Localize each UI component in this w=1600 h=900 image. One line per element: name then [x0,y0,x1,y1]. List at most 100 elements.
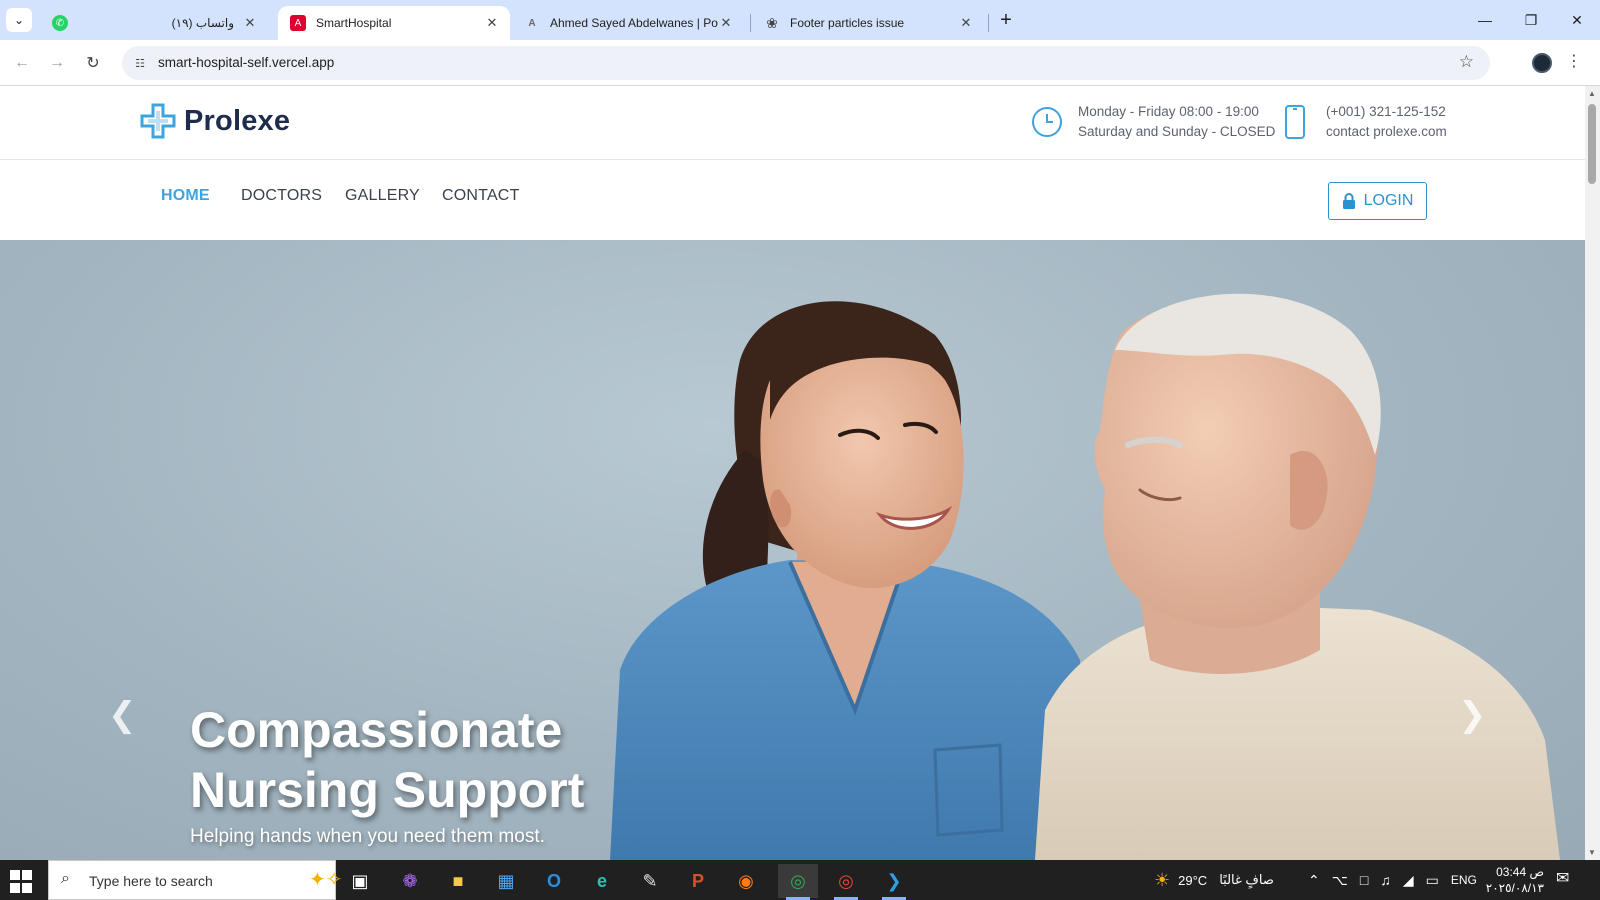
tab-smarthospital[interactable]: A SmartHospital ✕ [278,6,510,40]
phone-icon [1282,102,1308,142]
clock-icon [1030,102,1064,142]
browser-tab-strip: ⌄ ✆ (۱۹) واتساب ✕ A SmartHospital ✕ A Ah… [0,0,1600,40]
brand-name: Prolexe [184,104,291,137]
vscode-icon[interactable]: ❯ [874,864,914,900]
outlook-icon[interactable]: O [534,864,574,898]
close-icon[interactable]: ✕ [718,15,734,31]
file-explorer-icon[interactable]: ■ [438,864,478,898]
tab-separator [988,14,989,32]
forward-button[interactable]: → [44,50,70,76]
hero-subtitle: Helping hands when you need them most. [190,826,545,847]
page-viewport: Prolexe Monday - Friday 08:00 - 19:00 Sa… [0,86,1585,860]
hours-weekdays: Monday - Friday 08:00 - 19:00 [1078,104,1259,119]
microsoft-store-icon[interactable]: ▦ [486,864,526,898]
input-method-icon[interactable]: ⌥ [1332,872,1348,889]
weather-icon: ☀ [1154,869,1171,890]
battery-icon[interactable]: ▭ [1426,872,1439,889]
clock-date: ۲۰۲٥/۰۸/۱۳ [1485,881,1544,895]
hero-title: Compassionate Nursing Support [190,702,585,818]
address-bar[interactable]: ☷ smart-hospital-self.vercel.app ☆ [122,46,1490,80]
scrollbar-thumb[interactable] [1588,104,1596,184]
close-icon[interactable]: ✕ [958,15,974,31]
chevron-down-icon: ⌄ [13,13,25,27]
scroll-down-icon[interactable]: ▼ [1588,848,1596,857]
page-scrollbar[interactable]: ▲ ▼ [1585,86,1600,860]
login-label: LOGIN [1363,192,1414,209]
taskbar-search[interactable]: ⌕ Type here to search ✦✧ [48,860,343,900]
taskbar-clock[interactable]: 03:44 ص ۲۰۲٥/۰۸/۱۳ [1480,864,1544,896]
bookmark-star-icon[interactable]: ☆ [1459,52,1474,72]
windows-start-icon[interactable] [10,870,34,894]
main-nav: HOME DOCTORS GALLERY CONTACT LOGIN [0,160,1585,240]
language-indicator[interactable]: ENG [1451,873,1477,887]
volume-icon[interactable]: ♫ [1380,872,1391,888]
lock-icon [1342,193,1355,209]
firefox-icon[interactable]: ◉ [726,864,766,898]
search-placeholder: Type here to search [89,873,213,889]
angular-icon: A [290,15,306,31]
edge-icon[interactable]: e [582,864,622,898]
hero-carousel: ❮ ❯ Compassionate Nursing Support Helpin… [0,240,1585,860]
notification-icon[interactable]: ✉ [1556,868,1580,892]
screen: ⌄ ✆ (۱۹) واتساب ✕ A SmartHospital ✕ A Ah… [0,0,1600,900]
copilot-icon[interactable]: ❁ [390,864,430,898]
weather-temp: 29°C [1178,872,1208,888]
task-view-icon[interactable]: ▣ [340,864,380,898]
weather-text: صافٍ غالبًا [1219,872,1274,887]
tab-title: SmartHospital [316,16,392,30]
browser-toolbar: ← → ↻ ☷ smart-hospital-self.vercel.app ☆… [0,40,1600,86]
chrome-icon[interactable]: ◎ [778,864,818,900]
contact-email[interactable]: contact prolexe.com [1326,122,1447,142]
tab-separator [750,14,751,32]
tab-search-button[interactable]: ⌄ [6,8,32,32]
tab-portfolio[interactable]: A Ahmed Sayed Abdelwanes | Por ✕ [512,6,744,40]
tab-title: Ahmed Sayed Abdelwanes | Por [550,16,718,30]
system-tray: ⌃ ⌥ □ ♫ ◢ ▭ ENG [1308,860,1477,900]
wifi-icon[interactable]: ◢ [1403,872,1414,889]
url-text[interactable]: smart-hospital-self.vercel.app [158,55,334,70]
meet-now-icon[interactable]: □ [1360,872,1368,888]
whatsapp-icon: ✆ [52,15,68,31]
carousel-next-icon[interactable]: ❯ [1458,695,1487,735]
medical-cross-icon [140,103,176,139]
close-icon[interactable]: ✕ [484,15,500,31]
scroll-up-icon[interactable]: ▲ [1588,89,1596,98]
contact-info: (+001) 321-125-152 contact prolexe.com [1282,102,1447,142]
powerpoint-icon[interactable]: P [678,864,718,898]
letter-a-icon: A [528,17,536,29]
site-settings-icon[interactable]: ☷ [130,53,150,73]
tab-footer-particles[interactable]: ❀ Footer particles issue ✕ [752,6,984,40]
chrome-profile-icon[interactable]: ◎ [826,864,866,900]
restore-button[interactable]: ❐ [1508,6,1554,34]
show-hidden-icons-icon[interactable]: ⌃ [1308,872,1320,889]
new-tab-button[interactable]: + [994,9,1018,33]
back-button[interactable]: ← [9,50,35,76]
carousel-prev-icon[interactable]: ❮ [108,695,137,735]
search-icon: ⌕ [61,870,70,887]
hours-weekend: Saturday and Sunday - CLOSED [1078,124,1276,139]
close-window-button[interactable]: ✕ [1554,6,1600,34]
login-button[interactable]: LOGIN [1328,182,1427,220]
profile-avatar[interactable] [1532,53,1552,73]
weather-widget[interactable]: ☀ 29°C صافٍ غالبًا [1154,860,1274,900]
more-menu-icon[interactable]: ⋮ [1566,51,1582,71]
close-icon[interactable]: ✕ [242,15,258,31]
clock-time: 03:44 ص [1496,865,1544,879]
nav-gallery[interactable]: GALLERY [345,187,420,205]
nav-contact[interactable]: CONTACT [442,187,520,205]
nav-home[interactable]: HOME [161,187,210,205]
minimize-button[interactable]: — [1462,6,1508,34]
site-logo[interactable]: Prolexe [140,103,290,139]
windows-taskbar: ⌕ Type here to search ✦✧ ▣ ❁ ■ ▦ O e ✎ P… [0,860,1600,900]
paint-icon[interactable]: ✎ [630,864,670,898]
reload-button[interactable]: ↻ [80,50,106,76]
opening-hours: Monday - Friday 08:00 - 19:00 Saturday a… [1030,102,1275,142]
nav-doctors[interactable]: DOCTORS [241,187,322,205]
contact-phone[interactable]: (+001) 321-125-152 [1326,102,1447,122]
tab-whatsapp[interactable]: ✆ (۱۹) واتساب ✕ [40,6,268,40]
tab-title: (۱۹) واتساب [171,16,234,30]
sparkle-icon: ✦✧ [309,869,343,891]
openai-icon: ❀ [766,14,778,31]
site-header: Prolexe Monday - Friday 08:00 - 19:00 Sa… [0,86,1585,160]
tab-title: Footer particles issue [790,16,905,30]
